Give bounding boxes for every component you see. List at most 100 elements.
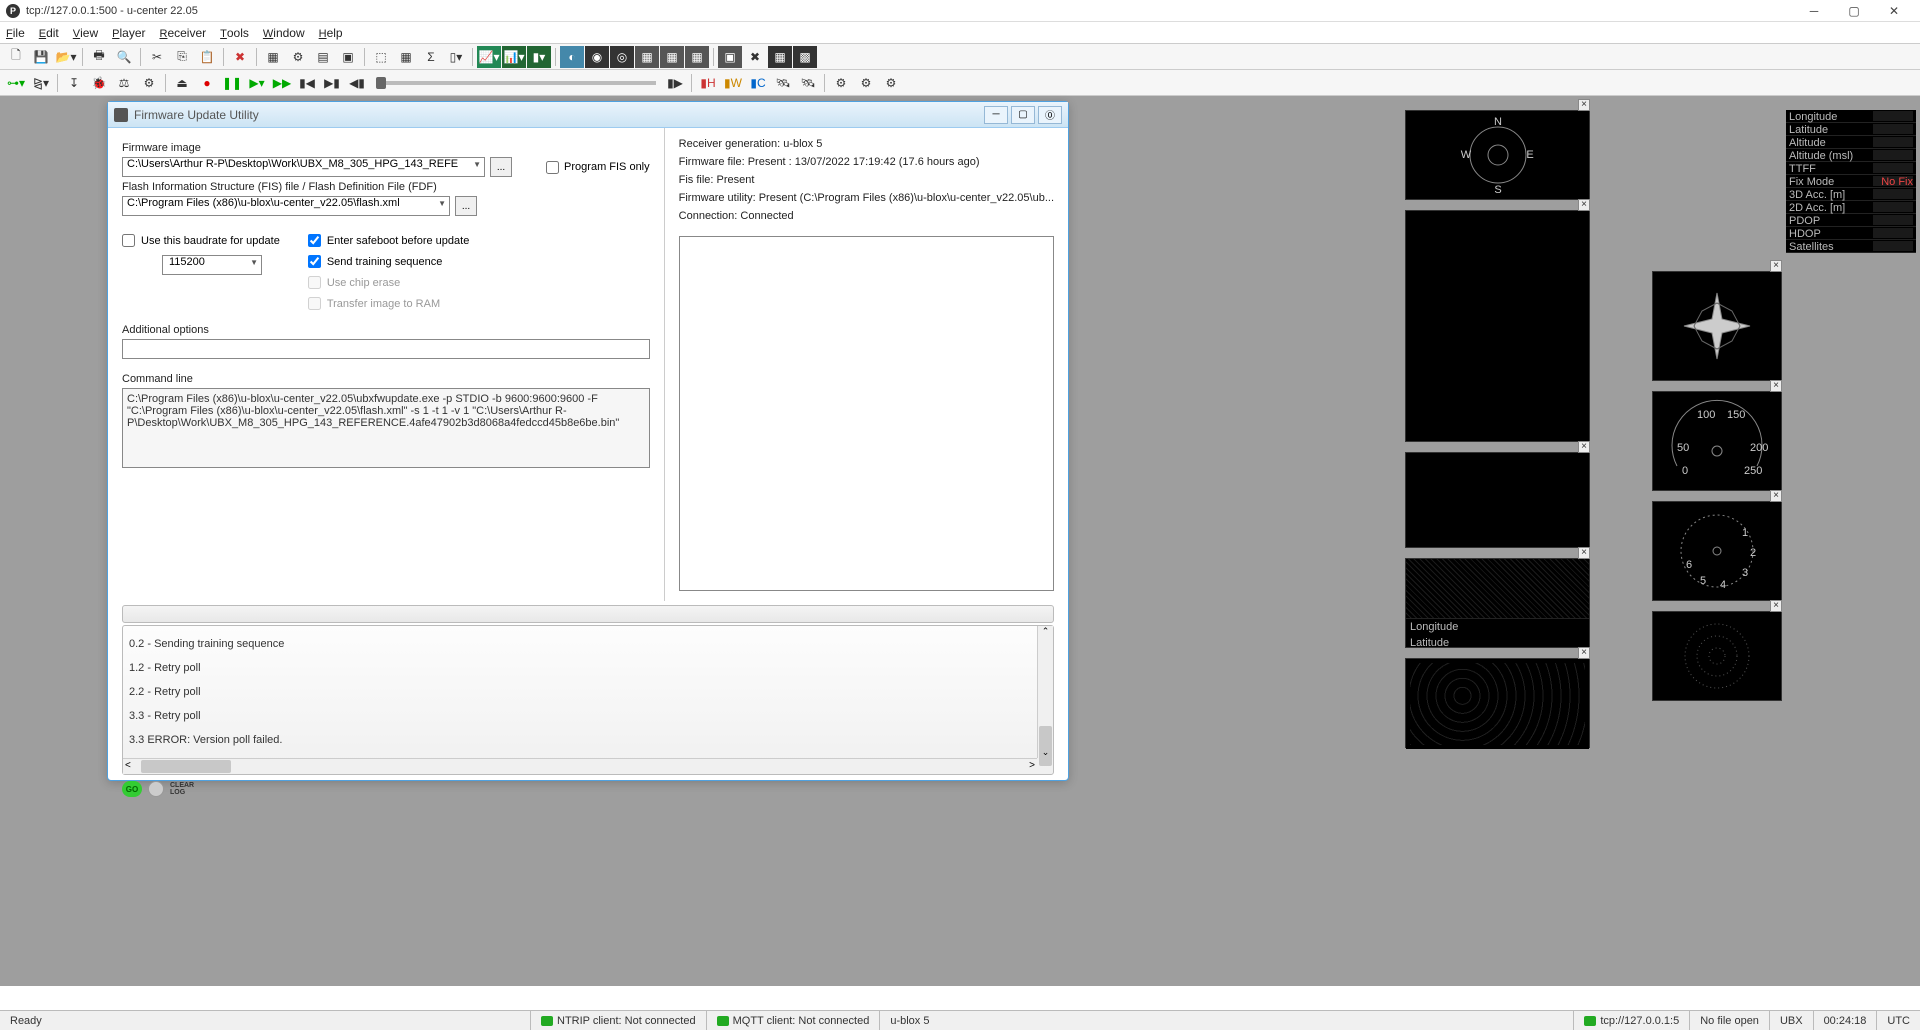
connect-icon[interactable]: ⊶▾ [4, 72, 28, 94]
pause-icon[interactable]: ❚❚ [220, 72, 244, 94]
play-icon[interactable]: ▶▾ [245, 72, 269, 94]
panel-close-icon[interactable]: × [1578, 547, 1590, 559]
table-view-icon[interactable]: ▦ [394, 46, 418, 68]
menu-file[interactable]: File [6, 26, 25, 40]
panel-close-icon[interactable]: × [1770, 600, 1782, 612]
firmware-close-button[interactable]: ⓪ [1038, 106, 1062, 124]
nav1-icon[interactable]: ▣ [718, 46, 742, 68]
save-icon[interactable]: 💾 [29, 46, 53, 68]
sat2-icon[interactable]: 🛰 [796, 72, 820, 94]
new-file-icon[interactable]: 🗋 [4, 46, 28, 68]
msg-view-icon[interactable]: ▦ [261, 46, 285, 68]
tune-icon[interactable]: ⚙ [137, 72, 161, 94]
baud-combo[interactable]: 115200 [162, 255, 262, 275]
filter-red-icon[interactable]: ✖ [228, 46, 252, 68]
log-hscrollbar[interactable] [123, 758, 1037, 774]
print-preview-icon[interactable]: 🔍 [112, 46, 136, 68]
camera-icon[interactable]: ◉ [585, 46, 609, 68]
playback-slider[interactable] [376, 81, 656, 85]
log-vscrollbar[interactable] [1037, 626, 1053, 758]
bug-icon[interactable]: 🐞 [87, 72, 111, 94]
program-fis-only-checkbox[interactable] [546, 161, 559, 174]
cfg-view-icon[interactable]: ⚙ [286, 46, 310, 68]
firmware-log-text[interactable]: 0.2 - Sending training sequence 1.2 - Re… [123, 626, 1037, 758]
firmware-image-combo[interactable]: C:\Users\Arthur R-P\Desktop\Work\UBX_M8_… [122, 157, 485, 177]
panel-close-icon[interactable]: × [1578, 99, 1590, 111]
blank-panel[interactable]: × [1405, 452, 1590, 548]
to-start-icon[interactable]: ◀▮ [345, 72, 369, 94]
panel-close-icon[interactable]: × [1770, 490, 1782, 502]
histogram-icon[interactable]: ▮▾ [527, 46, 551, 68]
gear3-icon[interactable]: ⚙ [879, 72, 903, 94]
panel-close-icon[interactable]: × [1578, 199, 1590, 211]
command-line-text[interactable] [122, 388, 650, 468]
warm-temp-icon[interactable]: ▮W [721, 72, 745, 94]
fis-file-browse-button[interactable]: ... [455, 196, 477, 216]
panel-close-icon[interactable]: × [1770, 380, 1782, 392]
copy-icon[interactable]: ⎘ [170, 46, 194, 68]
world-map-panel[interactable]: × Longitude Latitude [1405, 558, 1590, 648]
open-folder-icon[interactable]: 📂▾ [54, 46, 78, 68]
camera2-icon[interactable]: ◎ [610, 46, 634, 68]
compass-panel[interactable]: × N E S W [1405, 110, 1590, 200]
menu-view[interactable]: View [73, 26, 98, 40]
print-icon[interactable]: 🖶 [87, 46, 111, 68]
paste-icon[interactable]: 📋 [195, 46, 219, 68]
fis-file-combo[interactable]: C:\Program Files (x86)\u-blox\u-center_v… [122, 196, 450, 216]
panel-close-icon[interactable]: × [1578, 647, 1590, 659]
packet-view-icon[interactable]: ▣ [336, 46, 360, 68]
panel-close-icon[interactable]: × [1770, 260, 1782, 272]
clock-panel[interactable]: × 1 2 3 4 5 6 [1652, 501, 1782, 601]
minimize-button[interactable]: ─ [1794, 0, 1834, 22]
firmware-image-browse-button[interactable]: ... [490, 157, 512, 177]
nav4-icon[interactable]: ▩ [793, 46, 817, 68]
text-view-icon[interactable]: ▤ [311, 46, 335, 68]
record-icon[interactable]: ● [195, 72, 219, 94]
firmware-window-titlebar[interactable]: Firmware Update Utility ─ ▢ ⓪ [108, 102, 1068, 128]
cold-temp-icon[interactable]: ▮C [746, 72, 770, 94]
additional-options-input[interactable] [122, 339, 650, 359]
grid1-icon[interactable]: ▦ [635, 46, 659, 68]
menu-window[interactable]: Window [263, 26, 305, 40]
star-panel[interactable]: × [1652, 271, 1782, 381]
enter-safeboot-checkbox[interactable] [308, 234, 321, 247]
close-button[interactable]: ✕ [1874, 0, 1914, 22]
world-map-panel-2[interactable]: × [1405, 658, 1590, 748]
statistics-view-icon[interactable]: Σ [419, 46, 443, 68]
maximize-button[interactable]: ▢ [1834, 0, 1874, 22]
nav2-icon[interactable]: ✖ [743, 46, 767, 68]
send-training-checkbox[interactable] [308, 255, 321, 268]
pin-icon[interactable]: ↧ [62, 72, 86, 94]
menu-help[interactable]: Help [319, 26, 343, 40]
satellite-panel[interactable]: × [1405, 210, 1590, 442]
use-baud-checkbox[interactable] [122, 234, 135, 247]
radar-panel[interactable]: × [1652, 611, 1782, 701]
firmware-maximize-button[interactable]: ▢ [1011, 106, 1035, 124]
grid2-icon[interactable]: ▦ [660, 46, 684, 68]
firmware-minimize-button[interactable]: ─ [984, 106, 1008, 124]
gear1-icon[interactable]: ⚙ [829, 72, 853, 94]
menu-edit[interactable]: Edit [39, 26, 59, 40]
ffwd-icon[interactable]: ▶▶ [270, 72, 294, 94]
menu-receiver[interactable]: Receiver [160, 26, 207, 40]
stop-button[interactable] [148, 781, 164, 797]
hot-temp-icon[interactable]: ▮H [696, 72, 720, 94]
gear2-icon[interactable]: ⚙ [854, 72, 878, 94]
sat1-icon[interactable]: 🛰 [771, 72, 795, 94]
skip-fwd-icon[interactable]: ▶▮ [320, 72, 344, 94]
go-button[interactable]: GO [122, 781, 142, 797]
eject-icon[interactable]: ⏏ [170, 72, 194, 94]
skip-back-icon[interactable]: ▮◀ [295, 72, 319, 94]
grid3-icon[interactable]: ▦ [685, 46, 709, 68]
panel-close-icon[interactable]: × [1578, 441, 1590, 453]
speed-gauge-panel[interactable]: × 50 100 150 200 250 0 [1652, 391, 1782, 491]
menu-tools[interactable]: Tools [220, 26, 249, 40]
signal-icon[interactable]: ⧎▾ [29, 72, 53, 94]
balance-icon[interactable]: ⚖ [112, 72, 136, 94]
sky-view-icon[interactable]: ◐ [560, 46, 584, 68]
chart-dark-icon[interactable]: 📊▾ [502, 46, 526, 68]
binary-view-icon[interactable]: ⬚ [369, 46, 393, 68]
menu-player[interactable]: Player [112, 26, 145, 40]
nav3-icon[interactable]: ▦ [768, 46, 792, 68]
cut-icon[interactable]: ✂ [145, 46, 169, 68]
